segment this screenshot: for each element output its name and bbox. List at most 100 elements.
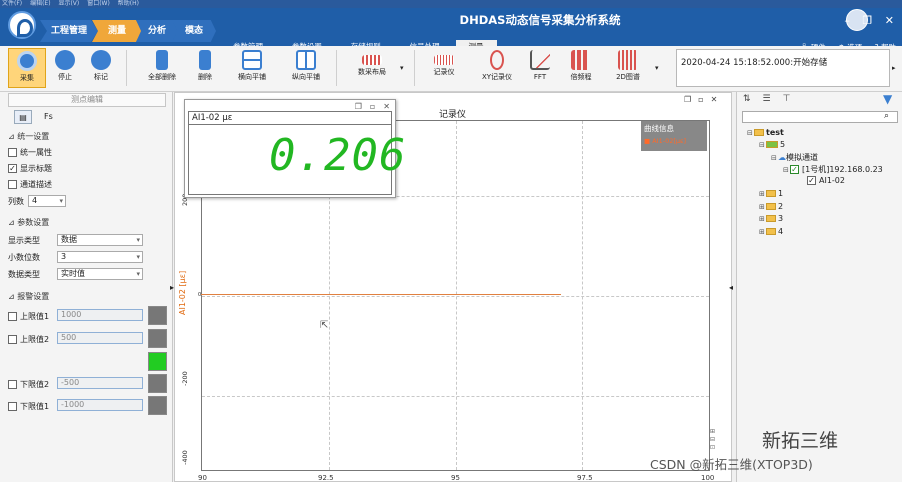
tree-node-3[interactable]: ⊞ 3 bbox=[759, 214, 783, 223]
tile-horizontal-button[interactable]: 横向平铺 bbox=[230, 48, 274, 88]
filter-icon[interactable]: ▼ bbox=[883, 92, 892, 106]
menu-edit[interactable]: 编辑(E) bbox=[30, 0, 50, 7]
checkbox-upper1[interactable]: 上限值1 bbox=[8, 311, 49, 322]
collapse-icon[interactable]: ⊟ bbox=[771, 154, 778, 162]
tree-node-1[interactable]: ⊞ 1 bbox=[759, 189, 783, 198]
checkbox-box[interactable] bbox=[8, 312, 17, 321]
section-params[interactable]: ⊿ 参数设置 bbox=[8, 217, 49, 228]
menu-file[interactable]: 文件(F) bbox=[2, 0, 22, 7]
acquire-button[interactable]: 采集 bbox=[8, 48, 46, 88]
checkbox-upper2[interactable]: 上限值2 bbox=[8, 334, 49, 345]
section-unify[interactable]: ⊿ 统一设置 bbox=[8, 131, 49, 142]
tree-search-input[interactable] bbox=[742, 111, 898, 123]
decimals-select[interactable]: 3 bbox=[57, 251, 143, 263]
layout-dropdown-icon[interactable]: ▾ bbox=[400, 64, 404, 72]
section-unify-label: 统一设置 bbox=[17, 132, 50, 141]
checkbox-box[interactable] bbox=[8, 148, 17, 157]
upper2-color-swatch[interactable] bbox=[148, 329, 167, 348]
maximize-icon[interactable]: ▫ bbox=[370, 102, 375, 111]
spectrum-2d-button[interactable]: 2D图谱 bbox=[608, 48, 648, 88]
checkbox-lower2[interactable]: 下限值2 bbox=[8, 379, 49, 390]
step-measure[interactable]: 测量 bbox=[92, 20, 142, 42]
tree-node-ai1-02[interactable]: ✓ AI1-02 bbox=[807, 176, 845, 185]
checkbox-lower1[interactable]: 下限值1 bbox=[8, 401, 49, 412]
checkbox-box[interactable]: ✓ bbox=[790, 165, 799, 174]
lower1-input[interactable]: -1000 bbox=[57, 399, 143, 411]
section-alarm[interactable]: ⊿ 报警设置 bbox=[8, 291, 49, 302]
step-project[interactable]: 工程管理 bbox=[40, 20, 98, 42]
collapse-icon[interactable]: ⊟ bbox=[747, 129, 754, 137]
tree-node-5[interactable]: ⊟ 5 bbox=[759, 140, 785, 149]
zoom-controls[interactable]: ⊞ ⊟ ⊡ bbox=[710, 428, 715, 452]
folder-icon bbox=[766, 203, 776, 210]
checkbox-channel-desc[interactable]: 通道描述 bbox=[8, 179, 52, 190]
close-icon[interactable]: ✕ bbox=[383, 102, 390, 111]
upper1-color-swatch[interactable] bbox=[148, 306, 167, 325]
layout-button[interactable]: 数采布局 bbox=[350, 48, 394, 88]
menu-view[interactable]: 显示(V) bbox=[58, 0, 79, 7]
hierarchy-icon[interactable]: ⊤ bbox=[783, 94, 791, 104]
meter-body: AI1-02 µε 0.206 bbox=[188, 111, 405, 195]
expand-icon[interactable]: ⊞ bbox=[759, 215, 766, 223]
close-icon[interactable]: ✕ bbox=[711, 95, 718, 104]
minimize-icon[interactable]: – bbox=[844, 14, 850, 27]
tree-node-4[interactable]: ⊞ 4 bbox=[759, 227, 783, 236]
tab-fs[interactable]: Fs bbox=[44, 110, 53, 124]
delete-button[interactable]: 删除 bbox=[186, 48, 224, 88]
stop-button[interactable]: 停止 bbox=[46, 48, 84, 88]
checkbox-box[interactable]: ✓ bbox=[8, 164, 17, 173]
tab-display-icon[interactable]: ▤ bbox=[14, 110, 32, 124]
xy-recorder-button[interactable]: XY记录仪 bbox=[476, 48, 518, 88]
checkbox-box[interactable] bbox=[8, 180, 17, 189]
search-icon[interactable]: ⌕ bbox=[884, 111, 889, 121]
collapse-icon[interactable]: ⊟ bbox=[759, 141, 766, 149]
tree-node-device[interactable]: ⊟ ✓ [1号机]192.168.0.23 bbox=[783, 164, 883, 175]
fft-button[interactable]: FFT bbox=[522, 48, 558, 88]
maximize-icon[interactable]: ▫ bbox=[698, 95, 703, 104]
lower1-color-swatch[interactable] bbox=[148, 396, 167, 415]
step-analysis[interactable]: 分析 bbox=[136, 20, 178, 42]
octave-button[interactable]: 倍频程 bbox=[562, 48, 600, 88]
menu-window[interactable]: 窗口(W) bbox=[87, 0, 110, 7]
menu-help[interactable]: 帮助(H) bbox=[118, 0, 139, 7]
tile-vertical-button[interactable]: 纵向平铺 bbox=[284, 48, 328, 88]
checkbox-box[interactable] bbox=[8, 335, 17, 344]
checkbox-unify-attr[interactable]: 统一属性 bbox=[8, 147, 52, 158]
legend[interactable]: 曲线信息 ■ AI1-02[µε] bbox=[641, 121, 707, 151]
lower2-input[interactable]: -500 bbox=[57, 377, 143, 389]
restore-icon[interactable]: ❐ bbox=[862, 14, 872, 27]
close-icon[interactable]: ✕ bbox=[885, 14, 894, 27]
restore-icon[interactable]: ❐ bbox=[355, 102, 362, 111]
expand-icon[interactable]: ⊞ bbox=[759, 190, 766, 198]
right-panel-toggle-icon[interactable]: ◂ bbox=[729, 283, 733, 292]
toolbar-divider bbox=[414, 50, 415, 86]
checkbox-box[interactable] bbox=[8, 380, 17, 389]
upper2-input[interactable]: 500 bbox=[57, 332, 143, 344]
step-modal[interactable]: 模态 bbox=[172, 20, 216, 42]
tree-view-icon[interactable]: ⇅ bbox=[743, 94, 751, 104]
upper1-input[interactable]: 1000 bbox=[57, 309, 143, 321]
tree-node-2[interactable]: ⊞ 2 bbox=[759, 202, 783, 211]
checkbox-show-title[interactable]: ✓ 显示标题 bbox=[8, 163, 52, 174]
status-scroll-icon[interactable]: ▸ bbox=[892, 64, 896, 72]
checkbox-box[interactable] bbox=[8, 402, 17, 411]
list-view-icon[interactable]: ☰ bbox=[763, 94, 771, 104]
restore-icon[interactable]: ❐ bbox=[684, 95, 691, 104]
cols-select[interactable]: 4 bbox=[28, 195, 66, 207]
data-type-select[interactable]: 实时值 bbox=[57, 268, 143, 280]
collapse-icon[interactable]: ⊟ bbox=[783, 166, 790, 174]
tree-node-test[interactable]: ⊟ test bbox=[747, 128, 784, 137]
recorder-button[interactable]: 记录仪 bbox=[424, 48, 464, 88]
tree-node-analog-channels[interactable]: ⊟☁模拟通道 bbox=[771, 152, 818, 163]
charts-dropdown-icon[interactable]: ▾ bbox=[655, 64, 659, 72]
expand-icon[interactable]: ⊞ bbox=[759, 203, 766, 211]
expand-icon[interactable]: ⊞ bbox=[759, 228, 766, 236]
display-type-select[interactable]: 数据 bbox=[57, 234, 143, 246]
normal-color-swatch[interactable] bbox=[148, 352, 167, 371]
digital-meter-window[interactable]: ❐ ▫ ✕ AI1-02 µε 0.206 bbox=[184, 99, 405, 198]
checkbox-box[interactable]: ✓ bbox=[807, 176, 816, 185]
recorder-window-controls: ❐ ▫ ✕ bbox=[677, 95, 717, 104]
mark-button[interactable]: 标记 bbox=[82, 48, 120, 88]
lower2-color-swatch[interactable] bbox=[148, 374, 167, 393]
delete-all-button[interactable]: 全部删除 bbox=[140, 48, 184, 88]
